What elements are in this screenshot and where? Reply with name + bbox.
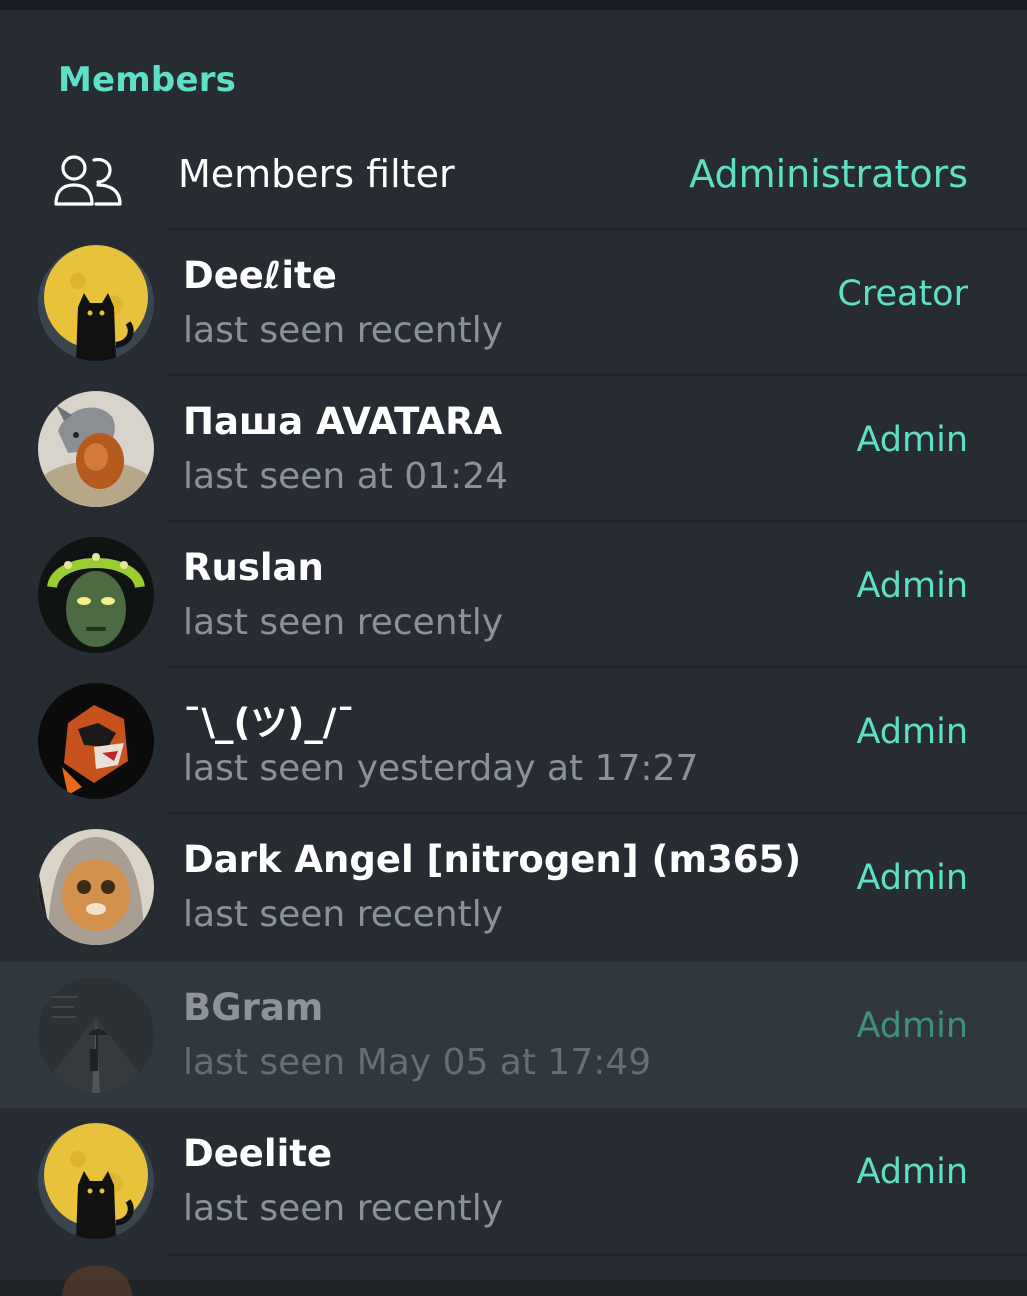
member-name: Ruslan — [183, 546, 324, 589]
avatar — [38, 245, 154, 361]
avatar — [38, 537, 154, 653]
member-status: last seen recently — [183, 894, 504, 935]
member-row[interactable]: Deeℓite last seen recently Creator — [0, 230, 1027, 376]
avatar — [38, 829, 154, 945]
members-panel: Members Members filter Administrators De… — [0, 10, 1027, 1280]
member-row[interactable]: ¯\_(ツ)_/¯ last seen yesterday at 17:27 A… — [0, 668, 1027, 814]
member-role-badge: Admin — [856, 1152, 968, 1192]
avatar — [38, 977, 154, 1093]
avatar — [38, 391, 154, 507]
member-name: Паша AVATARA — [183, 400, 503, 443]
member-status: last seen May 05 at 17:49 — [183, 1042, 652, 1083]
member-row[interactable]: Паша AVATARA last seen at 01:24 Admin — [0, 376, 1027, 522]
member-status: last seen recently — [183, 310, 504, 351]
members-filter-value[interactable]: Administrators — [689, 152, 968, 196]
member-row[interactable]: Deelite last seen recently Admin — [0, 1108, 1027, 1254]
member-status: last seen recently — [183, 1188, 504, 1229]
member-status: last seen at 01:24 — [183, 456, 509, 497]
member-status: last seen yesterday at 17:27 — [183, 748, 699, 789]
member-role-badge: Admin — [856, 1006, 968, 1046]
section-title: Members — [58, 60, 237, 100]
member-name: Dark Angel [nitrogen] (m365) — [183, 838, 802, 881]
member-row[interactable]: BGram last seen May 05 at 17:49 Admin — [0, 962, 1027, 1108]
member-name: Deeℓite — [183, 254, 337, 297]
members-filter-label: Members filter — [178, 152, 455, 196]
member-name: ¯\_(ツ)_/¯ — [183, 701, 355, 744]
top-separator — [0, 0, 1027, 10]
member-role-badge: Creator — [837, 274, 968, 314]
member-name: Deelite — [183, 1132, 333, 1175]
member-row[interactable]: Dark Angel [nitrogen] (m365) last seen r… — [0, 814, 1027, 960]
member-role-badge: Admin — [856, 420, 968, 460]
member-role-badge: Admin — [856, 712, 968, 752]
members-icon — [52, 152, 124, 208]
members-filter-row[interactable]: Members filter Administrators — [0, 110, 1027, 238]
member-role-badge: Admin — [856, 858, 968, 898]
avatar — [38, 683, 154, 799]
divider — [168, 1254, 1027, 1256]
member-name: BGram — [183, 986, 324, 1029]
member-row[interactable]: Ruslan last seen recently Admin — [0, 522, 1027, 668]
member-role-badge: Admin — [856, 566, 968, 606]
avatar — [38, 1123, 154, 1239]
member-status: last seen recently — [183, 602, 504, 643]
